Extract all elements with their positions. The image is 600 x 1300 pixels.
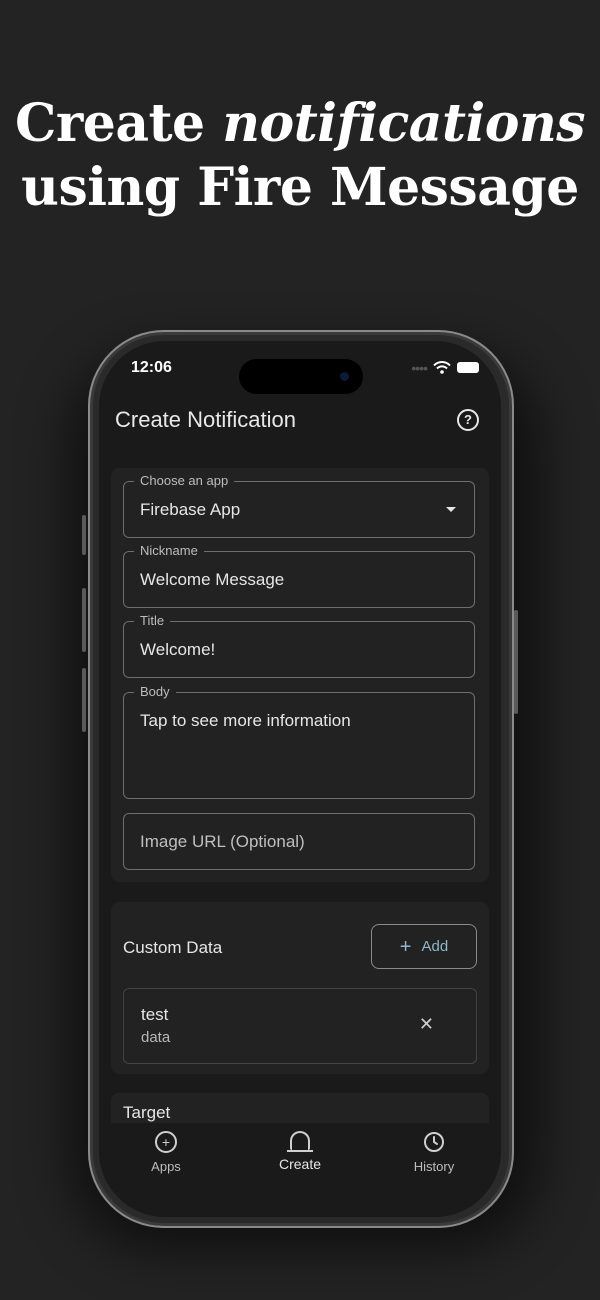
image-url-placeholder: Image URL (Optional)	[140, 832, 305, 851]
title-field[interactable]: Title Welcome!	[123, 613, 475, 678]
data-item-value: data	[141, 1029, 171, 1046]
title-label: Title	[134, 613, 171, 629]
action-button	[82, 515, 86, 555]
choose-app-value: Firebase App	[140, 500, 241, 519]
marketing-headline: Create notifications using Fire Message	[0, 92, 600, 220]
volume-up-button	[82, 588, 86, 652]
add-button-label: Add	[421, 938, 449, 955]
body-field[interactable]: Body Tap to see more information	[123, 684, 475, 799]
nav-apps-label: Apps	[151, 1159, 181, 1174]
plus-circle-icon: +	[155, 1131, 177, 1153]
dropdown-caret-icon	[446, 507, 456, 512]
body-value: Tap to see more information	[140, 711, 351, 730]
status-time: 12:06	[131, 359, 172, 376]
nav-create-label: Create	[278, 1156, 322, 1172]
body-label: Body	[134, 684, 176, 700]
nav-apps[interactable]: + Apps	[116, 1131, 216, 1174]
target-title: Target	[123, 1103, 171, 1122]
image-url-field[interactable]: Image URL (Optional)	[123, 813, 475, 870]
phone-screen: 12:06 •••• Create Notification ? Choose …	[99, 341, 501, 1217]
dynamic-island	[239, 359, 363, 394]
nickname-field[interactable]: Nickname Welcome Message	[123, 543, 475, 608]
nav-history-label: History	[413, 1159, 455, 1174]
wifi-icon	[433, 361, 451, 374]
clock-icon	[424, 1132, 444, 1152]
choose-app-select[interactable]: Choose an app Firebase App	[123, 473, 475, 538]
volume-down-button	[82, 668, 86, 732]
plus-icon: +	[399, 935, 412, 958]
bottom-nav: + Apps Create History	[99, 1123, 501, 1217]
notification-form-card: Choose an app Firebase App Nickname Welc…	[111, 468, 489, 882]
nickname-label: Nickname	[134, 543, 204, 559]
bell-icon	[287, 1131, 313, 1152]
scroll-content[interactable]: 12:06 •••• Create Notification ? Choose …	[99, 341, 501, 1123]
data-item-key: test	[141, 1005, 169, 1024]
status-icons: ••••	[411, 359, 479, 376]
choose-app-label: Choose an app	[134, 473, 235, 489]
power-button	[514, 610, 518, 714]
camera-icon	[340, 372, 349, 381]
headline-line-1: Create notifications	[14, 93, 586, 154]
custom-data-item[interactable]: test data ✕	[123, 988, 477, 1064]
signal-dots-icon: ••••	[411, 359, 428, 376]
nickname-value: Welcome Message	[140, 570, 285, 589]
battery-icon	[457, 362, 479, 373]
close-icon[interactable]: ✕	[419, 1014, 434, 1035]
custom-data-card: Custom Data + Add test data ✕	[111, 902, 489, 1074]
help-icon[interactable]: ?	[457, 409, 479, 431]
page-title: Create Notification	[115, 407, 296, 432]
nav-create[interactable]: Create	[250, 1131, 350, 1172]
nav-history[interactable]: History	[384, 1131, 484, 1174]
custom-data-title: Custom Data	[123, 938, 223, 957]
add-custom-data-button[interactable]: + Add	[371, 924, 477, 969]
title-value: Welcome!	[140, 640, 216, 659]
target-card: Target	[111, 1093, 489, 1123]
headline-line-2: using Fire Message	[21, 157, 579, 218]
